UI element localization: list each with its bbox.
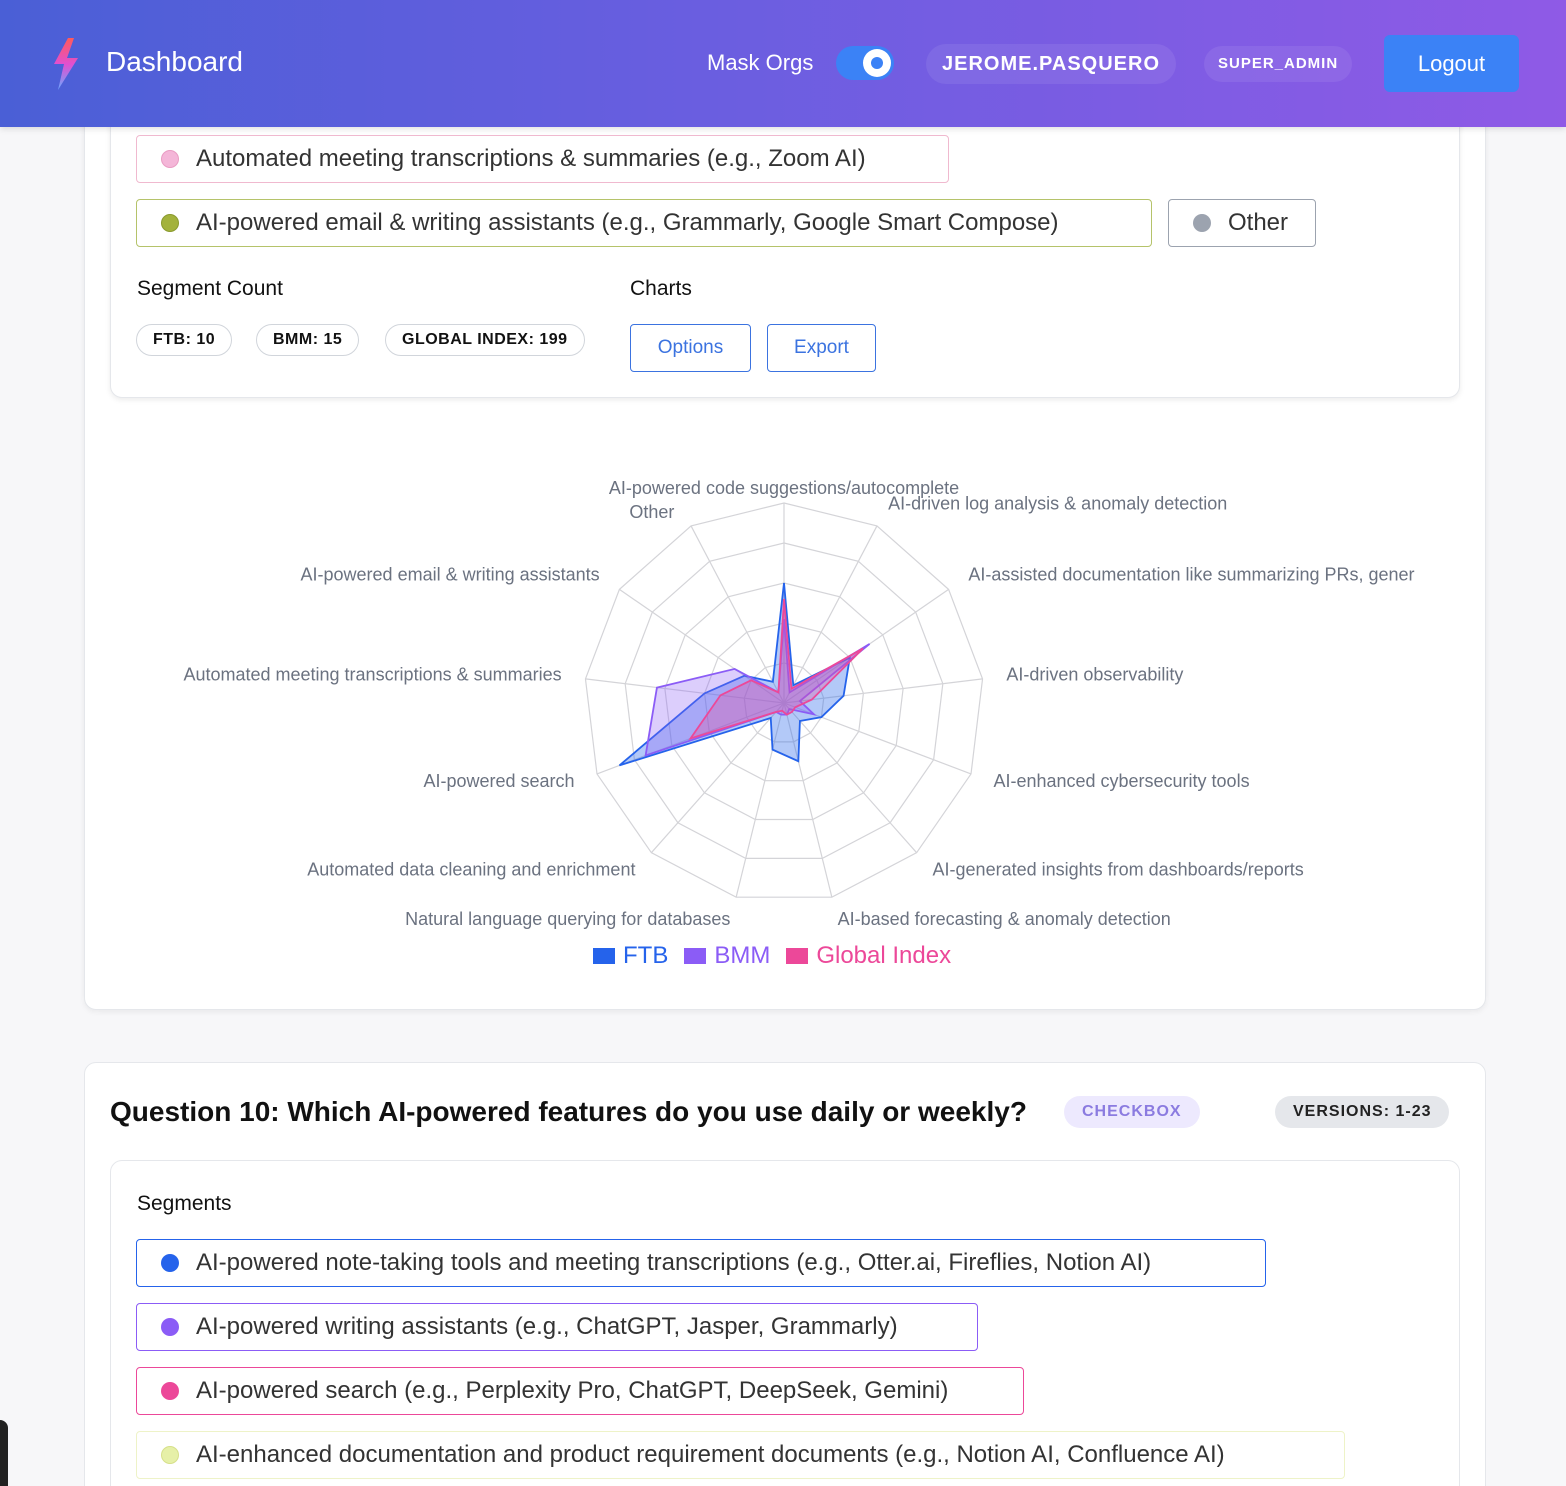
- segment-label: AI-powered search (e.g., Perplexity Pro,…: [196, 1377, 949, 1404]
- legend-label: FTB: [623, 942, 669, 969]
- versions-badge: VERSIONS: 1-23: [1275, 1096, 1450, 1128]
- axis-label: AI-assisted documentation like summarizi…: [968, 565, 1414, 585]
- axis-label: Other: [629, 502, 674, 522]
- segment-chip[interactable]: AI-powered writing assistants (e.g., Cha…: [136, 1303, 978, 1351]
- segment-label: AI-powered email & writing assistants (e…: [196, 209, 1059, 236]
- segment-dot-icon: [161, 150, 179, 168]
- app-logo-icon: [54, 38, 78, 90]
- segment-label: Other: [1228, 209, 1289, 236]
- segment-dot-icon: [161, 1254, 179, 1272]
- legend-label: Global Index: [816, 942, 952, 969]
- top-navbar: Dashboard Mask Orgs JEROME.PASQUERO SUPE…: [0, 0, 1566, 127]
- question-type-badge: CHECKBOX: [1064, 1096, 1200, 1128]
- segment-chip[interactable]: AI-powered search (e.g., Perplexity Pro,…: [136, 1367, 1024, 1415]
- segment-chip[interactable]: AI-powered note-taking tools and meeting…: [136, 1239, 1266, 1287]
- grid-spoke: [783, 702, 918, 854]
- segment-label: Automated meeting transcriptions & summa…: [196, 145, 866, 172]
- charts-heading: Charts: [630, 277, 692, 300]
- segments-heading: Segments: [137, 1192, 232, 1215]
- radar-chart: AI-powered code suggestions/autocomplete…: [183, 478, 1414, 929]
- segment-label: AI-enhanced documentation and product re…: [196, 1441, 1225, 1468]
- mask-orgs-toggle[interactable]: [836, 46, 894, 80]
- segment-chip[interactable]: AI-powered email & writing assistants (e…: [136, 199, 1152, 247]
- axis-label: Automated meeting transcriptions & summa…: [183, 665, 561, 685]
- legend-item-ftb[interactable]: FTB: [593, 942, 668, 970]
- legend-label: BMM: [714, 942, 771, 969]
- role-badge: SUPER_ADMIN: [1204, 46, 1353, 82]
- toggle-knob: [863, 49, 891, 77]
- legend-item-bmm[interactable]: BMM: [684, 942, 770, 970]
- segment-dot-icon: [161, 214, 179, 232]
- segment-label: AI-powered note-taking tools and meeting…: [196, 1249, 1152, 1276]
- segment-dot-icon: [161, 1446, 179, 1464]
- chart-legend: FTB BMM Global Index: [593, 942, 967, 970]
- segment-chip[interactable]: Automated meeting transcriptions & summa…: [136, 135, 949, 183]
- axis-label: Automated data cleaning and enrichment: [307, 859, 635, 879]
- legend-swatch: [684, 948, 707, 964]
- axis-label: AI-driven observability: [1006, 665, 1183, 685]
- count-pill-global: GLOBAL INDEX: 199: [385, 324, 585, 356]
- count-pill-ftb: FTB: 10: [136, 324, 233, 356]
- legend-swatch: [593, 948, 615, 964]
- segment-dot-icon: [161, 1318, 179, 1336]
- brand-title: Dashboard: [106, 46, 243, 77]
- axis-label: AI-powered email & writing assistants: [301, 565, 600, 585]
- segment-chip[interactable]: Other: [1168, 199, 1316, 247]
- legend-item-global-index[interactable]: Global Index: [786, 942, 951, 970]
- axis-label: AI-enhanced cybersecurity tools: [993, 771, 1249, 791]
- username-badge[interactable]: JEROME.PASQUERO: [926, 44, 1176, 84]
- window-edge: [0, 1420, 8, 1486]
- chart-export-button[interactable]: Export: [767, 324, 876, 372]
- question-title: Question 10: Which AI-powered features d…: [110, 1096, 1027, 1127]
- axis-label: AI-generated insights from dashboards/re…: [933, 859, 1304, 879]
- count-pill-bmm: BMM: 15: [256, 324, 360, 356]
- segment-chip[interactable]: AI-enhanced documentation and product re…: [136, 1431, 1345, 1479]
- logout-button[interactable]: Logout: [1384, 35, 1519, 92]
- axis-label: Natural language querying for databases: [405, 909, 730, 929]
- segment-label: AI-powered writing assistants (e.g., Cha…: [196, 1313, 898, 1340]
- axis-label: AI-powered search: [423, 771, 574, 791]
- chart-options-button[interactable]: Options: [630, 324, 751, 372]
- axis-label: AI-driven log analysis & anomaly detecti…: [888, 493, 1227, 513]
- segment-count-heading: Segment Count: [137, 277, 283, 300]
- legend-swatch: [786, 948, 809, 964]
- segment-dot-icon: [161, 1382, 179, 1400]
- mask-orgs-label: Mask Orgs: [707, 50, 814, 75]
- axis-label: AI-based forecasting & anomaly detection: [838, 909, 1171, 929]
- segment-dot-icon: [1193, 214, 1211, 232]
